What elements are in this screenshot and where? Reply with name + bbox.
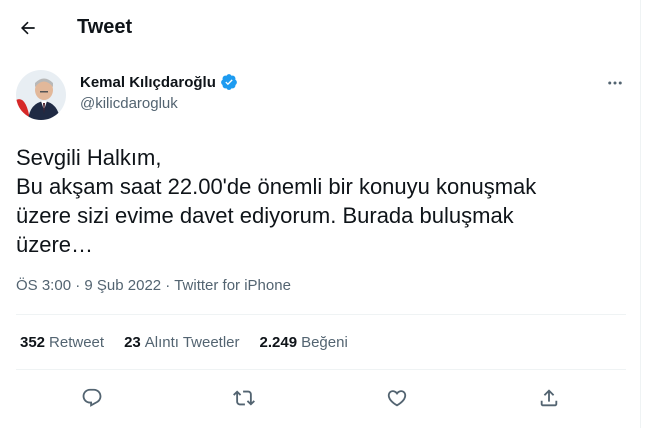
reply-icon: [82, 388, 102, 407]
likes-stat[interactable]: 2.249 Beğeni: [260, 334, 348, 351]
more-horizontal-icon: [608, 81, 622, 85]
back-button[interactable]: [14, 14, 42, 42]
divider: [16, 314, 626, 315]
meta-separator: ·: [161, 277, 175, 294]
likes-label: Beğeni: [301, 334, 348, 351]
quotes-stat[interactable]: 23 Alıntı Tweetler: [124, 334, 239, 351]
quotes-count: 23: [124, 334, 141, 351]
page-title: Tweet: [77, 16, 133, 38]
meta-separator: ·: [71, 277, 85, 294]
retweet-icon: [233, 390, 255, 406]
divider: [16, 369, 626, 370]
tweet-text: Sevgili Halkım, Bu akşam saat 22.00'de ö…: [16, 145, 537, 257]
like-button[interactable]: [381, 382, 413, 414]
avatar[interactable]: [16, 70, 66, 120]
avatar-image: [16, 70, 66, 120]
like-icon: [387, 390, 407, 407]
retweets-label: Retweet: [49, 334, 105, 351]
author-handle[interactable]: @kilicdarogluk: [80, 95, 178, 112]
tweet-header: Tweet: [0, 0, 650, 56]
more-options-button[interactable]: [600, 70, 630, 96]
retweets-count: 352: [20, 334, 46, 351]
likes-count: 2.249: [259, 334, 298, 351]
tweet-stats: 352 Retweet 23 Alıntı Tweetler 2.249 Beğeni: [20, 334, 368, 351]
retweets-stat[interactable]: 352 Retweet: [20, 334, 104, 351]
retweet-button[interactable]: [228, 382, 260, 414]
tweet-date[interactable]: 9 Şub 2022: [84, 277, 161, 294]
reply-button[interactable]: [76, 382, 108, 414]
quotes-label: Alıntı Tweetler: [144, 334, 240, 351]
column-border: [640, 0, 641, 428]
tweet-time[interactable]: ÖS 3:00: [16, 277, 71, 294]
author-name-row[interactable]: Kemal Kılıçdaroğlu: [80, 73, 238, 91]
verified-badge-icon: [220, 74, 237, 90]
tweet-actions: [0, 376, 650, 420]
share-icon: [540, 389, 558, 407]
author-name[interactable]: Kemal Kılıçdaroğlu: [80, 74, 216, 91]
arrow-left-icon: [21, 21, 35, 35]
tweet-meta: ÖS 3:00 · 9 Şub 2022 · Twitter for iPhon…: [16, 277, 291, 294]
share-button[interactable]: [533, 382, 565, 414]
tweet-source[interactable]: Twitter for iPhone: [174, 277, 291, 294]
